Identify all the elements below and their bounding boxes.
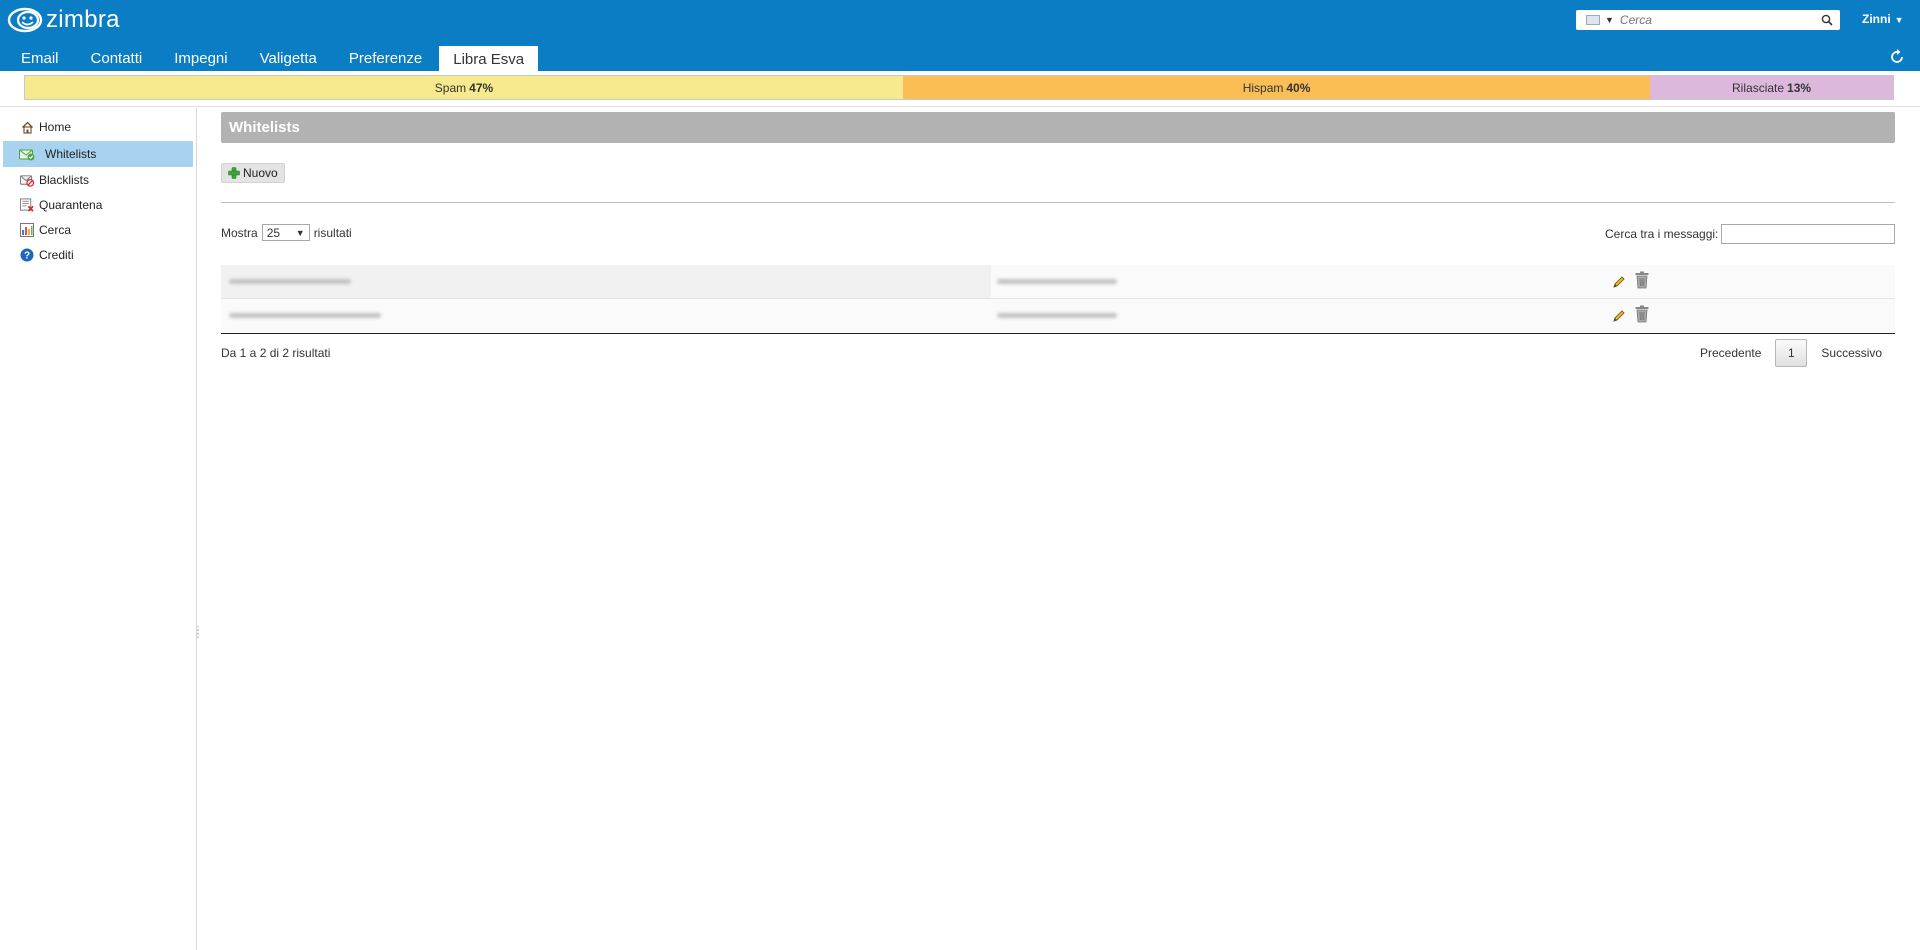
stat-spam-value: 47% [469,80,494,95]
recipient-cell [997,265,1197,299]
pencil-icon[interactable] [1612,309,1626,323]
tab-contatti[interactable]: Contatti [75,46,159,71]
tab-valigetta[interactable]: Valigetta [244,46,333,71]
sidebar-item-label: Home [39,120,72,134]
sidebar-item-whitelists[interactable]: Whitelists [3,141,193,167]
whitelist-table [221,265,1895,334]
home-icon [20,120,34,134]
tab-email[interactable]: Email [0,46,75,71]
sidebar-item-home[interactable]: Home [3,115,193,139]
mail-type-icon[interactable] [1586,15,1600,25]
table-search-label: Cerca tra i messaggi: [1605,227,1719,241]
search-icon[interactable] [1819,12,1835,28]
header-divider [0,106,1920,107]
next-page-button[interactable]: Successivo [1821,346,1882,360]
sidebar-item-cerca[interactable]: Cerca [3,218,193,242]
quarantine-icon [20,198,34,212]
svg-text:?: ? [24,251,30,262]
stat-hispam-value: 40% [1286,80,1311,95]
sidebar-item-label: Blacklists [39,173,90,187]
blacklist-icon [20,173,34,187]
plus-icon [228,167,240,179]
recipient-cell [997,299,1197,333]
table-search-input[interactable] [1721,224,1895,244]
stat-spam-label: Spam [434,80,467,95]
zimbra-logo[interactable]: zimbra [6,6,120,34]
tab-preferenze[interactable]: Preferenze [333,46,438,71]
brand-name: zimbra [46,6,120,33]
sidebar-item-label: Cerca [39,223,72,237]
sidebar-item-label: Quarantena [39,198,103,212]
results-info: Da 1 a 2 di 2 risultati [221,346,331,360]
global-search-input[interactable] [1619,11,1819,29]
help-icon: ? [20,248,34,262]
sidebar-item-blacklists[interactable]: Blacklists [3,168,193,192]
chevron-down-icon: ▼ [1894,15,1904,25]
previous-page-button[interactable]: Precedente [1700,346,1761,360]
stat-rilasciate-value: 13% [1787,80,1812,95]
stat-rilasciate-label: Rilasciate [1732,80,1785,95]
show-label: Mostra [221,225,258,240]
global-search[interactable]: ▼ [1576,10,1840,30]
tab-impegni[interactable]: Impegni [158,46,243,71]
new-button-label: Nuovo [243,166,278,180]
trash-icon[interactable] [1634,271,1650,289]
sidebar: Home Whitelists Blacklists Quarantena Ce… [0,108,203,950]
search-report-icon [20,223,34,237]
sender-cell [229,265,429,299]
trash-icon[interactable] [1634,305,1650,323]
sidebar-item-label: Crediti [39,248,74,262]
search-type-dropdown-icon[interactable]: ▼ [1605,15,1614,25]
sidebar-resize-handle[interactable]: ⋮ ⋮ [193,626,203,645]
zimbra-logo-icon [7,7,43,33]
chevron-down-icon: ▼ [295,227,305,238]
stat-rilasciate: Rilasciate 13% [1650,76,1893,99]
page-length-control: Mostra 25 ▼ risultati [221,224,352,241]
table-row[interactable] [221,299,1895,334]
mail-stats-bar: Spam 47% Hispam 40% Rilasciate 13% [24,75,1894,100]
page-title-bar: Whitelists [221,112,1895,143]
content-divider [221,202,1895,203]
top-header: zimbra ▼ Zinni▼ Email Contatti Impegni V… [0,0,1920,71]
sender-cell [229,299,429,333]
user-name: Zinni [1862,12,1891,26]
pencil-icon[interactable] [1612,275,1626,289]
sidebar-item-crediti[interactable]: ? Crediti [3,243,193,267]
app-tabs: Email Contatti Impegni Valigetta Prefere… [0,46,539,71]
page-title: Whitelists [229,119,300,136]
sidebar-item-label: Whitelists [45,147,97,161]
user-menu[interactable]: Zinni ▼ [1862,12,1904,26]
page-size-value: 25 [266,225,281,240]
table-row[interactable] [221,265,1895,299]
whitelist-icon [19,147,35,161]
pagination: Precedente 1 Successivo [1700,339,1882,367]
tab-libra-esva[interactable]: Libra Esva [439,46,539,71]
stat-spam: Spam 47% [25,76,903,99]
stat-hispam: Hispam 40% [902,76,1651,99]
page-size-select[interactable]: 25 ▼ [261,224,310,241]
sidebar-item-quarantena[interactable]: Quarantena [3,193,193,217]
page-1-button[interactable]: 1 [1775,339,1808,367]
refresh-icon[interactable] [1888,48,1906,66]
stat-hispam-label: Hispam [1242,80,1284,95]
new-button[interactable]: Nuovo [221,163,285,183]
results-label: risultati [313,225,352,240]
